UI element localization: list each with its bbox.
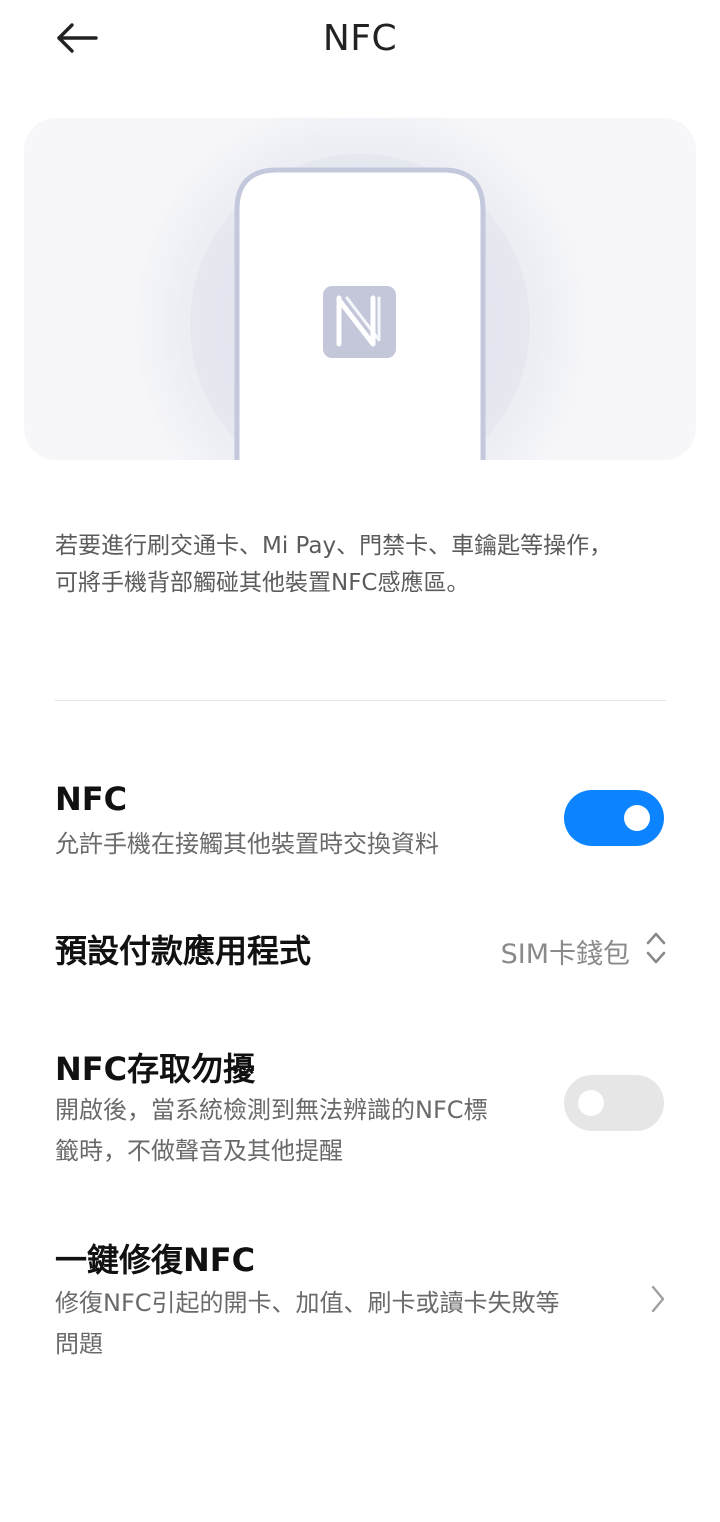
nfc-dnd-title: NFC存取勿擾 [55, 1050, 256, 1088]
nfc-setting-title: NFC [55, 780, 128, 818]
nfc-dnd-subtitle-line-1: 開啟後，當系統檢測到無法辨識的NFC標 [55, 1096, 488, 1124]
description-line-1: 若要進行刷交通卡、Mi Pay、門禁卡、車鑰匙等操作， [55, 533, 613, 559]
nfc-repair-title: 一鍵修復NFC [55, 1241, 256, 1279]
nfc-dnd-toggle[interactable] [564, 1075, 664, 1131]
page-title: NFC [322, 18, 398, 59]
nfc-dnd-row[interactable]: NFC存取勿擾 開啟後，當系統檢測到無法辨識的NFC標 籤時，不做聲音及其他提醒 [0, 1030, 720, 1180]
up-down-chevron-icon [646, 932, 666, 964]
nfc-setting-row[interactable]: NFC 允許手機在接觸其他裝置時交換資料 [0, 760, 720, 880]
nfc-repair-row[interactable]: 一鍵修復NFC 修復NFC引起的開卡、加值、刷卡或讀卡失敗等 問題 [0, 1225, 720, 1375]
nfc-repair-subtitle-line-2: 問題 [55, 1330, 103, 1358]
default-payment-title: 預設付款應用程式 [55, 932, 312, 970]
nfc-toggle[interactable] [564, 790, 664, 846]
chevron-right-icon [651, 1285, 665, 1313]
nfc-illustration [24, 118, 696, 460]
default-payment-value: SIM卡錢包 [500, 939, 630, 970]
nfc-setting-subtitle: 允許手機在接觸其他裝置時交換資料 [55, 830, 439, 858]
description-line-2: 可將手機背部觸碰其他裝置NFC感應區。 [55, 570, 470, 596]
top-bar: NFC [0, 0, 720, 80]
divider [55, 700, 666, 701]
nfc-n-icon [323, 286, 396, 358]
nfc-dnd-subtitle-line-2: 籤時，不做聲音及其他提醒 [55, 1137, 343, 1165]
nfc-repair-subtitle-line-1: 修復NFC引起的開卡、加值、刷卡或讀卡失敗等 [55, 1289, 560, 1317]
toggle-knob [624, 805, 650, 831]
default-payment-row[interactable]: 預設付款應用程式 SIM卡錢包 [0, 912, 720, 988]
nfc-repair-subtitle: 修復NFC引起的開卡、加值、刷卡或讀卡失敗等 問題 [55, 1283, 635, 1365]
toggle-knob [578, 1090, 604, 1116]
nfc-description: 若要進行刷交通卡、Mi Pay、門禁卡、車鑰匙等操作， 可將手機背部觸碰其他裝置… [55, 528, 675, 602]
nfc-dnd-subtitle: 開啟後，當系統檢測到無法辨識的NFC標 籤時，不做聲音及其他提醒 [55, 1090, 555, 1172]
